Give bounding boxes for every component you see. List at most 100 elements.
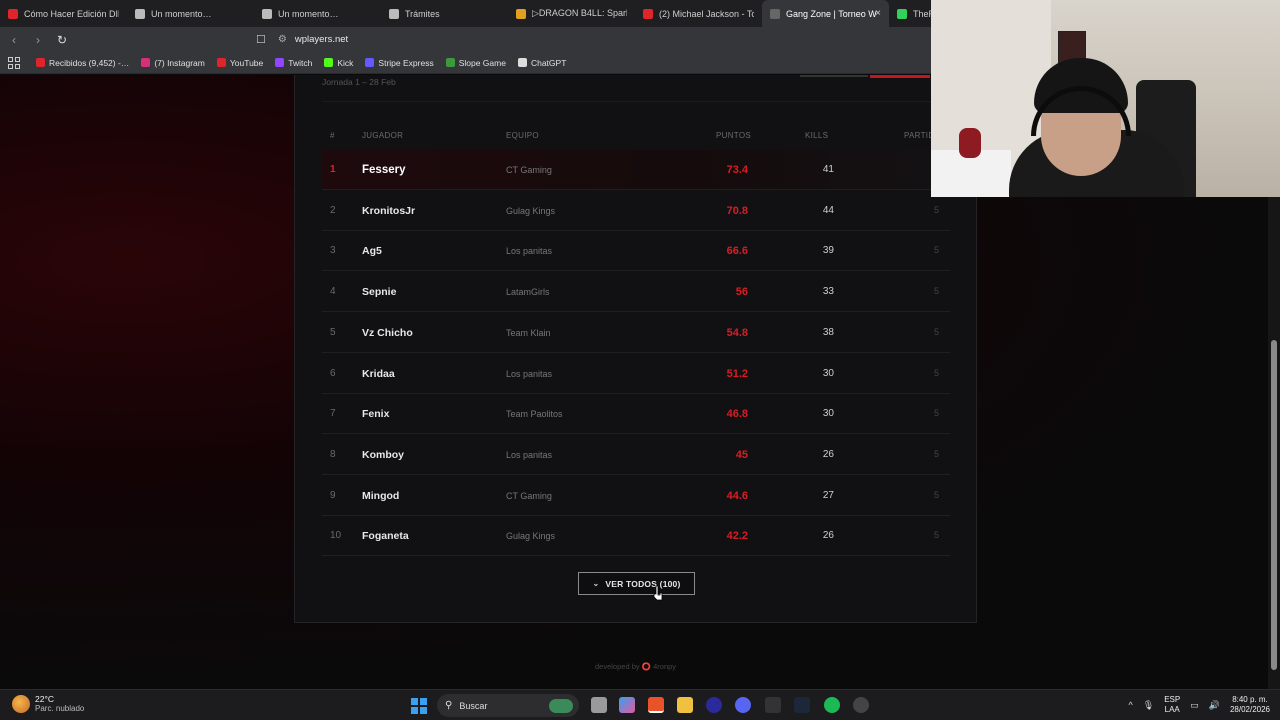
table-row[interactable]: 1FesseryCT Gaming73.4415 [322,150,950,190]
header-team[interactable]: EQUIPO [506,131,539,140]
back-icon[interactable]: ‹ [4,30,24,50]
discord-icon[interactable] [735,697,751,713]
brave-icon[interactable] [648,697,664,713]
row-matches: 5 [934,489,940,500]
table-row[interactable]: 3 Ag5 Los panitas 66.6 39 5 [322,231,950,272]
taskbar-search[interactable]: ⚲ Buscar [437,694,579,717]
header-kills[interactable]: KILLS [805,131,828,140]
lang-bottom: LAA [1164,705,1180,714]
search-highlight-icon [549,698,573,713]
bookmark-icon[interactable]: ☐ [256,33,266,46]
tab-favicon-icon [262,8,272,19]
chevron-up-icon[interactable]: ^ [1129,700,1133,710]
header-points[interactable]: PUNTOS [716,131,751,140]
view-all-button[interactable]: ⌄ VER TODOS (100) [578,572,695,595]
network-icon[interactable]: ▭ [1190,700,1199,711]
table-row[interactable]: 10 Foganeta Gulag Kings 42.2 26 5 [322,516,950,557]
language-indicator[interactable]: ESP LAA [1164,695,1180,715]
row-points: 56 [735,286,748,299]
scrollbar-thumb[interactable] [1271,340,1277,670]
table-row[interactable]: 9 Mingod CT Gaming 44.6 27 5 [322,476,950,516]
row-player: Kridaa [362,367,395,380]
row-team: Gulag Kings [506,205,556,216]
bookmark-item[interactable]: Slope Game [445,58,506,68]
row-player: Vz Chicho [362,326,413,339]
browser-tab[interactable]: Un momento… [254,0,381,27]
bookmark-item[interactable]: ChatGPT [517,58,566,68]
table-row[interactable]: 7 Fenix Team Paolitos 46.8 30 5 [322,394,950,435]
bookmark-item[interactable]: (7) Instagram [141,58,205,68]
table-row[interactable]: 2 KronitosJr Gulag Kings 70.8 44 5 [322,191,950,231]
lang-top: ESP [1164,695,1181,704]
row-matches: 5 [934,245,940,256]
row-matches: 5 [934,326,940,337]
row-kills: 30 [822,408,834,420]
row-team: Los panitas [506,368,553,379]
bookmark-item[interactable]: YouTube [216,58,263,68]
row-rank: 4 [330,286,336,298]
site-info-icon[interactable]: ⚙ [278,34,287,45]
row-team: CT Gaming [506,490,552,501]
bookmark-item[interactable]: Kick [324,58,353,68]
table-row[interactable]: 4 Sepnie LatamGirls 56 33 5 [322,272,950,313]
divider [322,101,950,102]
tab-label: Gang Zone | Torneo W [786,8,877,19]
url-field[interactable]: ☐ ⚙ wplayers.net [256,30,936,49]
row-points: 51.2 [726,367,748,380]
table-header: # JUGADOR EQUIPO PUNTOS KILLS PARTID [322,131,962,143]
row-team: Team Paolitos [506,409,563,420]
settings-icon[interactable] [853,697,869,713]
header-player[interactable]: JUGADOR [362,131,403,140]
task-view-icon[interactable] [591,697,607,713]
table-row[interactable]: 5 Vz Chicho Team Klain 54.8 38 5 [322,313,950,353]
row-kills: 44 [822,204,834,216]
apps-grid-icon[interactable] [8,56,20,69]
steam-icon[interactable] [794,697,810,713]
table-row[interactable]: 6 Kridaa Los panitas 51.2 30 5 [322,354,950,394]
row-points: 70.8 [726,204,748,217]
row-points: 45 [735,448,748,461]
tab-label: (2) Michael Jackson - Todo [659,8,754,19]
header-matches[interactable]: PARTID [904,131,934,140]
row-kills: 26 [822,448,834,460]
row-team: CT Gaming [506,165,552,175]
audio-app-icon[interactable] [765,697,781,713]
active-tab-underline [870,75,930,78]
browser-tab[interactable]: Un momento… [127,0,254,27]
tab-label: Trámites [405,8,440,19]
app-icon[interactable] [706,697,722,713]
bookmark-favicon-icon [324,58,334,67]
bookmark-item[interactable]: Twitch [275,58,312,68]
system-tray: ^ 🎙 ESP LAA ▭ 🔊 8:40 p. m. 28/02/2026 [1119,695,1270,715]
bookmark-item[interactable]: Recibidos (9,452) -… [36,58,129,68]
browser-tab[interactable]: (2) Michael Jackson - Todo [635,0,762,27]
forward-icon[interactable]: › [28,30,48,50]
clock-date: 28/02/2026 [1229,705,1270,714]
bookmark-item[interactable]: Stripe Express [365,57,434,68]
copilot-icon[interactable] [619,697,635,713]
file-explorer-icon[interactable] [677,697,693,713]
developed-by-footer[interactable]: developed by ⭕ 4ronpy [595,662,676,671]
microphone-icon[interactable]: 🎙 [1143,700,1154,711]
spotify-icon[interactable] [824,697,840,713]
bookmark-label: Stripe Express [378,57,434,68]
browser-tab[interactable]: Trámites [381,0,508,27]
row-player: Foganeta [362,530,409,543]
row-matches: 5 [934,367,940,378]
row-points: 66.6 [726,245,748,258]
row-player: Sepnie [362,286,397,299]
table-row[interactable]: 8 Komboy Los panitas 45 26 5 [322,435,950,475]
browser-tab[interactable]: ▷DRAGON B4LL: Sparking [508,0,635,27]
row-rank: 9 [330,489,336,501]
reload-icon[interactable]: ↻ [52,30,72,50]
start-icon[interactable] [411,698,427,714]
tab-favicon-icon [643,8,653,19]
weather-widget[interactable]: 22°C Parc. nublado [12,694,84,713]
clock[interactable]: 8:40 p. m. 28/02/2026 [1230,695,1270,715]
browser-tab[interactable]: Cómo Hacer Edición DINÁ [0,0,127,27]
volume-icon[interactable]: 🔊 [1209,700,1220,711]
close-tab-icon[interactable]: × [875,8,881,19]
bookmark-favicon-icon [517,58,527,67]
browser-tab[interactable]: Gang Zone | Torneo W × [762,0,889,27]
bookmark-label: Recibidos (9,452) -… [49,57,130,68]
